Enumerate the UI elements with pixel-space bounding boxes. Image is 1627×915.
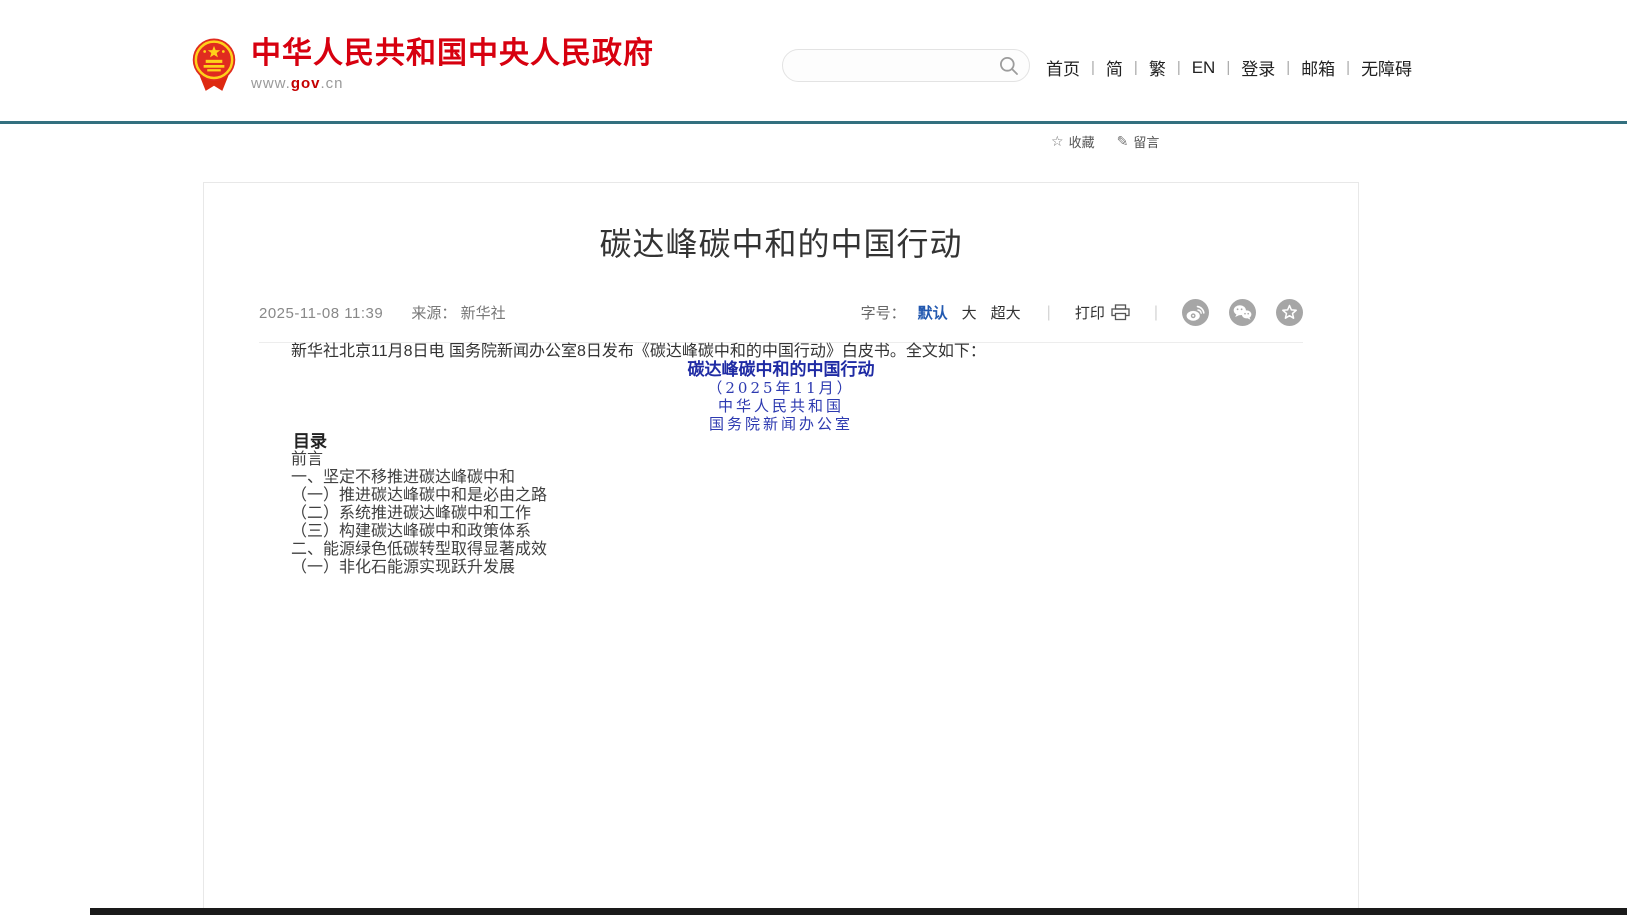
meta-left: 2025-11-08 11:39 来源： 新华社 xyxy=(259,302,506,323)
search-box xyxy=(782,49,1030,82)
toc-item: 一、坚定不移推进碳达峰碳中和 xyxy=(259,469,1303,487)
site-url: www.gov.cn xyxy=(251,75,654,92)
nav-simplified[interactable]: 简 xyxy=(1106,55,1123,80)
search-icon[interactable] xyxy=(999,56,1019,76)
nav-accessibility[interactable]: 无障碍 xyxy=(1361,55,1412,80)
font-size-default[interactable]: 默认 xyxy=(918,302,948,323)
nav-separator: | xyxy=(1286,59,1290,76)
nav-login[interactable]: 登录 xyxy=(1241,55,1275,80)
nav-separator: | xyxy=(1226,59,1230,76)
message-link[interactable]: ✎ 留言 xyxy=(1117,132,1160,151)
nav-separator: | xyxy=(1134,59,1138,76)
share-weibo-icon[interactable] xyxy=(1182,299,1209,326)
share-wechat-icon[interactable] xyxy=(1229,299,1256,326)
logo-text: 中华人民共和国中央人民政府 www.gov.cn xyxy=(251,37,654,92)
message-label: 留言 xyxy=(1133,132,1159,151)
site-header: 中华人民共和国中央人民政府 www.gov.cn 首页 | 简 | 繁 | EN… xyxy=(0,0,1627,121)
toc-item: （三）构建碳达峰碳中和政策体系 xyxy=(259,523,1303,541)
url-prefix: www. xyxy=(251,75,291,92)
font-size-large[interactable]: 大 xyxy=(962,302,977,323)
article-title: 碳达峰碳中和的中国行动 xyxy=(259,223,1303,265)
search-input[interactable] xyxy=(799,51,994,80)
nav-separator: | xyxy=(1346,59,1350,76)
national-emblem-icon xyxy=(189,37,239,93)
nav-english[interactable]: EN xyxy=(1192,58,1216,78)
source-value[interactable]: 新华社 xyxy=(461,305,506,322)
top-nav: 首页 | 简 | 繁 | EN | 登录 | 邮箱 | 无障碍 xyxy=(1046,55,1412,80)
nav-mail[interactable]: 邮箱 xyxy=(1301,55,1335,80)
doc-org-line2: 国务院新闻办公室 xyxy=(259,415,1303,433)
toc-item: （二）系统推进碳达峰碳中和工作 xyxy=(259,505,1303,523)
nav-separator: | xyxy=(1177,59,1181,76)
toc-item: 前言 xyxy=(259,451,1303,469)
article-meta-row: 2025-11-08 11:39 来源： 新华社 字号： 默认 大 超大 | 打… xyxy=(259,299,1303,343)
nav-traditional[interactable]: 繁 xyxy=(1149,55,1166,80)
meta-right: 字号： 默认 大 超大 | 打印 | xyxy=(861,299,1303,326)
source-label: 来源： xyxy=(411,305,456,322)
toc-heading: 目录 xyxy=(259,433,1303,451)
toc-item: （一）非化石能源实现跃升发展 xyxy=(259,559,1303,577)
publish-date: 2025-11-08 11:39 xyxy=(259,305,383,322)
share-favorite-icon[interactable] xyxy=(1276,299,1303,326)
article-body: 新华社北京11月8日电 国务院新闻办公室8日发布《碳达峰碳中和的中国行动》白皮书… xyxy=(259,343,1303,577)
bottom-bar xyxy=(90,908,1627,915)
printer-icon xyxy=(1111,304,1130,321)
intro-paragraph: 新华社北京11月8日电 国务院新闻办公室8日发布《碳达峰碳中和的中国行动》白皮书… xyxy=(259,343,1303,361)
header-divider xyxy=(0,121,1627,124)
page-actions: ☆ 收藏 ✎ 留言 xyxy=(1051,132,1159,151)
font-size-label: 字号： xyxy=(861,302,906,323)
toc-item: （一）推进碳达峰碳中和是必由之路 xyxy=(259,487,1303,505)
meta-separator: | xyxy=(1047,304,1051,322)
toc-item: 二、能源绿色低碳转型取得显著成效 xyxy=(259,541,1303,559)
gov-logo[interactable]: 中华人民共和国中央人民政府 www.gov.cn xyxy=(189,37,654,93)
meta-separator: | xyxy=(1154,304,1158,322)
site-title: 中华人民共和国中央人民政府 xyxy=(251,37,654,71)
doc-title: 碳达峰碳中和的中国行动 xyxy=(259,361,1303,379)
doc-org-line1: 中华人民共和国 xyxy=(259,397,1303,415)
font-size-xlarge[interactable]: 超大 xyxy=(991,302,1021,323)
url-suffix: .cn xyxy=(321,75,344,92)
article-card: 碳达峰碳中和的中国行动 2025-11-08 11:39 来源： 新华社 字号：… xyxy=(203,182,1359,915)
url-gov: gov xyxy=(291,75,321,92)
favorite-label: 收藏 xyxy=(1069,132,1095,151)
print-button[interactable]: 打印 xyxy=(1075,302,1130,323)
favorite-link[interactable]: ☆ 收藏 xyxy=(1051,132,1095,151)
star-icon: ☆ xyxy=(1051,133,1064,150)
nav-separator: | xyxy=(1091,59,1095,76)
page: 中华人民共和国中央人民政府 www.gov.cn 首页 | 简 | 繁 | EN… xyxy=(0,0,1627,915)
doc-date: （2025年11月） xyxy=(259,379,1303,397)
pencil-icon: ✎ xyxy=(1117,133,1129,150)
print-label: 打印 xyxy=(1075,302,1105,323)
nav-home[interactable]: 首页 xyxy=(1046,55,1080,80)
